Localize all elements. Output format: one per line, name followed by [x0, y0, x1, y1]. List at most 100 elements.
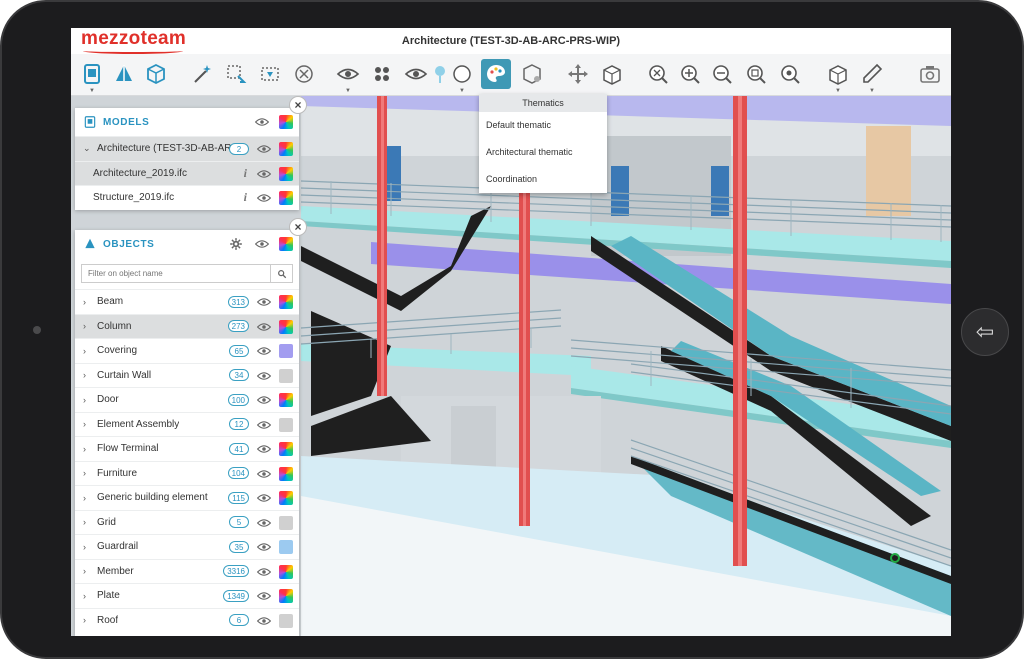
- cube-icon[interactable]: [141, 59, 171, 89]
- eye-icon[interactable]: [257, 420, 271, 430]
- eye-icon[interactable]: [257, 395, 271, 405]
- chevron-right-icon[interactable]: ›: [83, 346, 86, 356]
- zoom-fit-icon[interactable]: [643, 59, 673, 89]
- objects-icon[interactable]: [109, 59, 139, 89]
- color-swatch[interactable]: [279, 393, 293, 407]
- filter-input[interactable]: [82, 265, 270, 282]
- gear-icon[interactable]: [229, 237, 243, 251]
- eye-icon[interactable]: [257, 616, 271, 626]
- chevron-right-icon[interactable]: ›: [83, 517, 86, 527]
- zoom-window-icon[interactable]: [741, 59, 771, 89]
- color-swatch[interactable]: [279, 442, 293, 456]
- eye-icon[interactable]: [257, 169, 271, 179]
- object-row-covering[interactable]: › Covering 65: [75, 338, 299, 363]
- object-row-furniture[interactable]: › Furniture 104: [75, 460, 299, 485]
- sphere-icon[interactable]: ▼: [447, 59, 477, 94]
- zoom-in-icon[interactable]: [675, 59, 705, 89]
- section-box-icon[interactable]: [517, 59, 547, 89]
- camera-icon[interactable]: [915, 59, 945, 89]
- color-swatch[interactable]: [279, 540, 293, 554]
- chevron-right-icon[interactable]: ›: [83, 370, 86, 380]
- chevron-down-icon[interactable]: ⌄: [83, 143, 91, 154]
- object-row-guardrail[interactable]: › Guardrail 35: [75, 534, 299, 559]
- eye-settings-icon[interactable]: ▼: [333, 59, 363, 94]
- object-row-plate[interactable]: › Plate 1349: [75, 583, 299, 608]
- chevron-right-icon[interactable]: ›: [83, 468, 86, 478]
- color-swatch[interactable]: [279, 295, 293, 309]
- eye-icon[interactable]: [257, 371, 271, 381]
- chevron-right-icon[interactable]: ›: [83, 444, 86, 454]
- thematic-coordination[interactable]: Coordination: [479, 166, 607, 193]
- color-swatch[interactable]: [279, 368, 293, 383]
- chevron-right-icon[interactable]: ›: [83, 297, 86, 307]
- info-icon[interactable]: i: [244, 190, 247, 205]
- search-icon[interactable]: [270, 265, 292, 282]
- model-icon[interactable]: ▼: [77, 59, 107, 94]
- box-icon[interactable]: [597, 59, 627, 89]
- thematic-architectural[interactable]: Architectural thematic: [479, 139, 607, 166]
- magic-wand-icon[interactable]: [187, 59, 217, 89]
- color-swatch[interactable]: [279, 344, 293, 358]
- eye-icon[interactable]: [255, 239, 269, 249]
- color-swatch[interactable]: [279, 613, 293, 628]
- clip-select-icon[interactable]: [255, 59, 285, 89]
- hide-icon[interactable]: [289, 59, 319, 89]
- chevron-right-icon[interactable]: ›: [83, 493, 86, 503]
- object-row-door[interactable]: › Door 100: [75, 387, 299, 412]
- eye-icon[interactable]: [257, 542, 271, 552]
- close-models-button[interactable]: ×: [289, 96, 307, 114]
- box-select-icon[interactable]: [221, 59, 251, 89]
- color-swatch[interactable]: [279, 237, 293, 251]
- eye-icon[interactable]: [257, 518, 271, 528]
- color-swatch[interactable]: [279, 466, 293, 481]
- zoom-selection-icon[interactable]: [775, 59, 805, 89]
- measure-icon[interactable]: ▼: [857, 59, 887, 94]
- eye-icon[interactable]: [257, 469, 271, 479]
- eye-icon[interactable]: [257, 591, 271, 601]
- object-row-flow-terminal[interactable]: › Flow Terminal 41: [75, 436, 299, 461]
- back-button[interactable]: ⇦: [961, 308, 1009, 356]
- chevron-right-icon[interactable]: ›: [83, 419, 86, 429]
- model-group-row[interactable]: ⌄ Architecture (TEST-3D-AB-AR... 2: [75, 136, 299, 161]
- thematic-default[interactable]: Default thematic: [479, 112, 607, 139]
- eye-icon[interactable]: [257, 144, 271, 154]
- eye-group-icon[interactable]: [367, 59, 397, 89]
- eye-icon[interactable]: [257, 193, 271, 203]
- model-file-row[interactable]: Architecture_2019.ifc i: [75, 160, 299, 185]
- eye-icon[interactable]: [257, 567, 271, 577]
- chevron-right-icon[interactable]: ›: [83, 615, 86, 625]
- eye-icon[interactable]: [257, 444, 271, 454]
- color-swatch[interactable]: [279, 589, 293, 603]
- color-swatch[interactable]: [279, 319, 293, 334]
- view-cube-icon[interactable]: ▼: [823, 59, 853, 94]
- eye-icon[interactable]: [255, 117, 269, 127]
- color-swatch[interactable]: [279, 515, 293, 530]
- chevron-right-icon[interactable]: ›: [83, 395, 86, 405]
- chevron-right-icon[interactable]: ›: [83, 321, 86, 331]
- chevron-right-icon[interactable]: ›: [83, 566, 86, 576]
- eye-icon[interactable]: [257, 493, 271, 503]
- object-row-column[interactable]: › Column 273: [75, 313, 299, 338]
- eye-icon[interactable]: [257, 346, 271, 356]
- color-swatch[interactable]: [279, 564, 293, 579]
- object-row-roof[interactable]: › Roof 6: [75, 607, 299, 632]
- move-icon[interactable]: [563, 59, 593, 89]
- color-swatch[interactable]: [279, 115, 293, 129]
- object-row-grid[interactable]: › Grid 5: [75, 509, 299, 534]
- model-file-row[interactable]: Structure_2019.ifc i: [75, 185, 299, 210]
- zoom-out-icon[interactable]: [707, 59, 737, 89]
- eye-icon[interactable]: [257, 322, 271, 332]
- color-swatch[interactable]: [279, 191, 293, 205]
- object-row-curtain-wall[interactable]: › Curtain Wall 34: [75, 362, 299, 387]
- object-row-beam[interactable]: › Beam 313: [75, 289, 299, 314]
- color-swatch[interactable]: [279, 491, 293, 505]
- color-swatch[interactable]: [279, 417, 293, 432]
- chevron-right-icon[interactable]: ›: [83, 591, 86, 601]
- close-objects-button[interactable]: ×: [289, 218, 307, 236]
- info-icon[interactable]: i: [244, 166, 247, 181]
- color-swatch[interactable]: [279, 142, 293, 156]
- palette-icon[interactable]: [481, 59, 511, 89]
- object-row-element-assembly[interactable]: › Element Assembly 12: [75, 411, 299, 436]
- object-row-generic-building-element[interactable]: › Generic building element 115: [75, 485, 299, 510]
- object-row-member[interactable]: › Member 3316: [75, 558, 299, 583]
